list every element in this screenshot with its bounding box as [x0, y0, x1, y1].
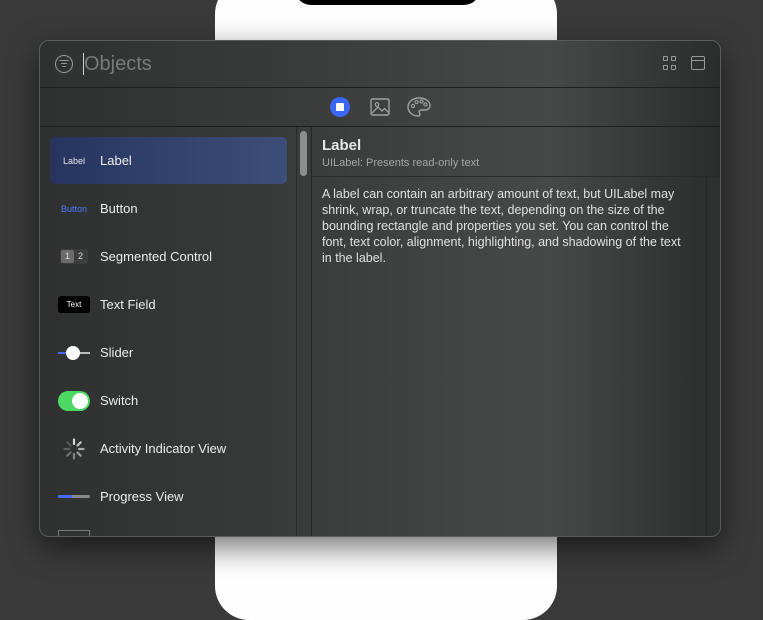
list-item-segmented-control[interactable]: 1 2 Segmented Control: [50, 233, 287, 280]
text-field-icon: Text: [58, 293, 90, 317]
photo-icon: [370, 98, 390, 116]
list-item-progress-view[interactable]: Progress View: [50, 473, 287, 520]
activity-indicator-icon: [58, 437, 90, 461]
search-bar: [40, 41, 720, 88]
progress-view-icon: [58, 485, 90, 509]
detail-view-toggle-icon[interactable]: [691, 56, 705, 70]
slider-icon: [58, 341, 90, 365]
grid-view-icon[interactable]: [663, 56, 677, 70]
list-item-slider[interactable]: Slider: [50, 329, 287, 376]
object-library-panel: Label Label Button Button 1 2 Segmented …: [39, 40, 721, 537]
search-input[interactable]: [84, 51, 484, 77]
list-item-title: Button: [100, 201, 138, 216]
tab-objects[interactable]: [329, 96, 351, 118]
library-tabs: [40, 88, 720, 127]
list-item-title: Slider: [100, 345, 134, 360]
palette-icon: [407, 97, 431, 117]
list-item-title: Progress View: [100, 489, 184, 504]
list-item-title: Text Field: [100, 297, 156, 312]
label-icon: Label: [62, 155, 86, 166]
list-item-activity-indicator[interactable]: Activity Indicator View: [50, 425, 287, 472]
list-item-title: Activity Indicator View: [100, 441, 227, 456]
detail-separator: [312, 176, 720, 177]
filter-icon[interactable]: [55, 55, 73, 73]
button-icon: Button: [60, 203, 88, 214]
list-item-title: Switch: [100, 393, 139, 408]
list-scrollbar-thumb[interactable]: [300, 131, 307, 176]
detail-description: A label can contain an arbitrary amount …: [322, 187, 681, 265]
detail-pane: Label UILabel: Presents read-only text A…: [312, 127, 720, 536]
next-item-icon-partial: [58, 530, 90, 536]
list-item-button[interactable]: Button Button: [50, 185, 287, 232]
object-list: Label Label Button Button 1 2 Segmented …: [40, 127, 310, 536]
device-notch: [295, 0, 480, 5]
segmented-control-icon: 1 2: [58, 245, 90, 269]
tab-colors[interactable]: [406, 96, 432, 118]
detail-subtitle: UILabel: Presents read-only text: [322, 157, 480, 169]
list-item-label[interactable]: Label Label: [50, 137, 287, 184]
list-item-title: Segmented Control: [100, 249, 213, 264]
tab-media[interactable]: [369, 96, 391, 118]
switch-icon: [58, 389, 90, 413]
list-item-text-field[interactable]: Text Text Field: [50, 281, 287, 328]
list-scrollbar[interactable]: [296, 127, 312, 536]
detail-scrollbar[interactable]: [706, 177, 720, 536]
list-item-title: Label: [100, 153, 132, 168]
detail-title: Label: [322, 137, 362, 154]
list-item-switch[interactable]: Switch: [50, 377, 287, 424]
